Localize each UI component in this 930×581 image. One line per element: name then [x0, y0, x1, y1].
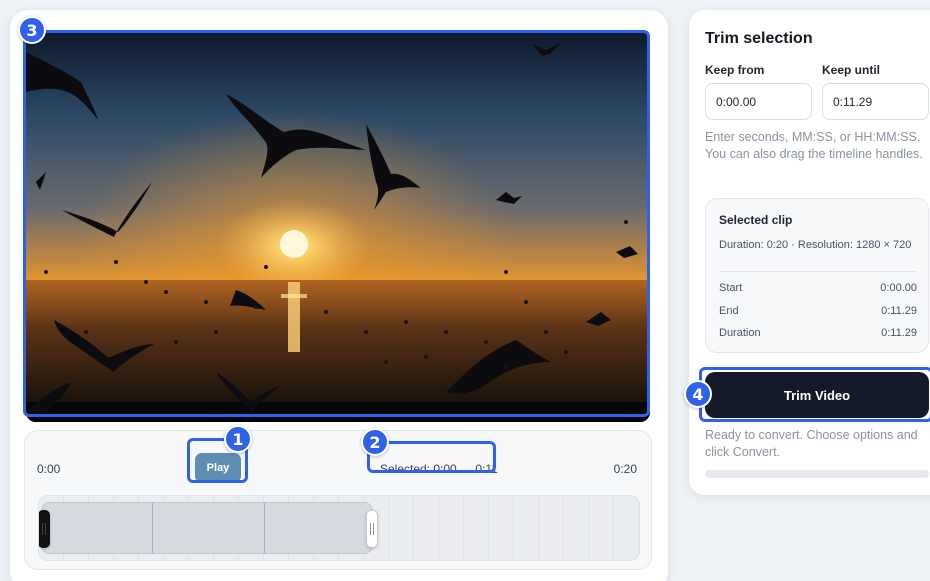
selected-clip-summary: Selected clip Duration: 0:20 · Resolutio… — [705, 198, 929, 353]
video-frame-image — [26, 32, 650, 422]
divider — [719, 271, 917, 272]
keep-until-label: Keep until — [822, 63, 881, 77]
grip-icon — [370, 523, 374, 535]
trim-panel: Trim selection Keep from Keep until Ente… — [689, 10, 930, 495]
timeline-selection[interactable] — [41, 502, 373, 554]
video-preview[interactable] — [26, 32, 650, 422]
clip-row-label: Duration — [719, 327, 761, 339]
clip-row-duration: Duration 0:11.29 — [719, 327, 917, 339]
clip-row-label: End — [719, 305, 739, 317]
timeline-marker — [264, 503, 265, 553]
time-format-hint: Enter seconds, MM:SS, or HH:MM:SS. You c… — [705, 130, 923, 161]
keep-from-label: Keep from — [705, 63, 765, 77]
clip-row-label: Start — [719, 282, 743, 294]
clip-row-value: 0:00.00 — [880, 282, 917, 294]
grip-icon — [42, 523, 46, 535]
trim-video-button[interactable]: Trim Video — [705, 372, 929, 418]
annotation-badge-3: 3 — [18, 16, 46, 44]
clip-row-start: Start 0:00.00 — [719, 282, 917, 294]
timeline-marker — [152, 503, 153, 553]
timeline-panel: 0:00 Play Selected: 0:00 → 0:11 0:20 — [24, 430, 652, 570]
selected-range-readout: Selected: 0:00 → 0:11 — [380, 462, 498, 476]
clip-row-value: 0:11.29 — [881, 305, 917, 317]
timeline-end-time: 0:20 — [613, 462, 637, 476]
annotation-badge-2: 2 — [361, 428, 389, 456]
keep-from-input[interactable] — [705, 83, 812, 120]
play-button[interactable]: Play — [195, 453, 241, 483]
timeline-start-time: 0:00 — [37, 462, 61, 476]
trim-end-handle[interactable] — [366, 510, 378, 548]
editor-card: 0:00 Play Selected: 0:00 → 0:11 0:20 — [10, 10, 668, 581]
clip-row-end: End 0:11.29 — [719, 305, 917, 317]
progress-bar — [705, 470, 929, 478]
clip-meta: Duration: 0:20 · Resolution: 1280 × 720 — [719, 239, 912, 251]
timeline-track[interactable] — [38, 495, 640, 561]
trim-start-handle[interactable] — [39, 510, 50, 548]
clip-row-value: 0:11.29 — [881, 327, 917, 339]
status-message: Ready to convert. Choose options and cli… — [705, 428, 918, 459]
keep-until-input[interactable] — [822, 83, 929, 120]
panel-title: Trim selection — [705, 30, 813, 47]
clip-summary-title: Selected clip — [719, 213, 793, 227]
annotation-badge-4: 4 — [684, 380, 712, 408]
annotation-badge-1: 1 — [224, 425, 252, 453]
